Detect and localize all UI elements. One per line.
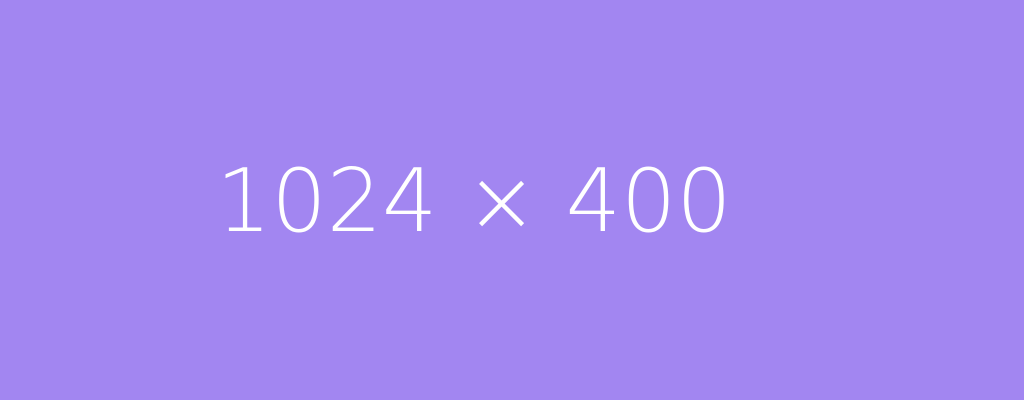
dimension-label: 1024 × 400 [216,150,732,252]
placeholder-image: 1024 × 400 [0,0,1024,400]
